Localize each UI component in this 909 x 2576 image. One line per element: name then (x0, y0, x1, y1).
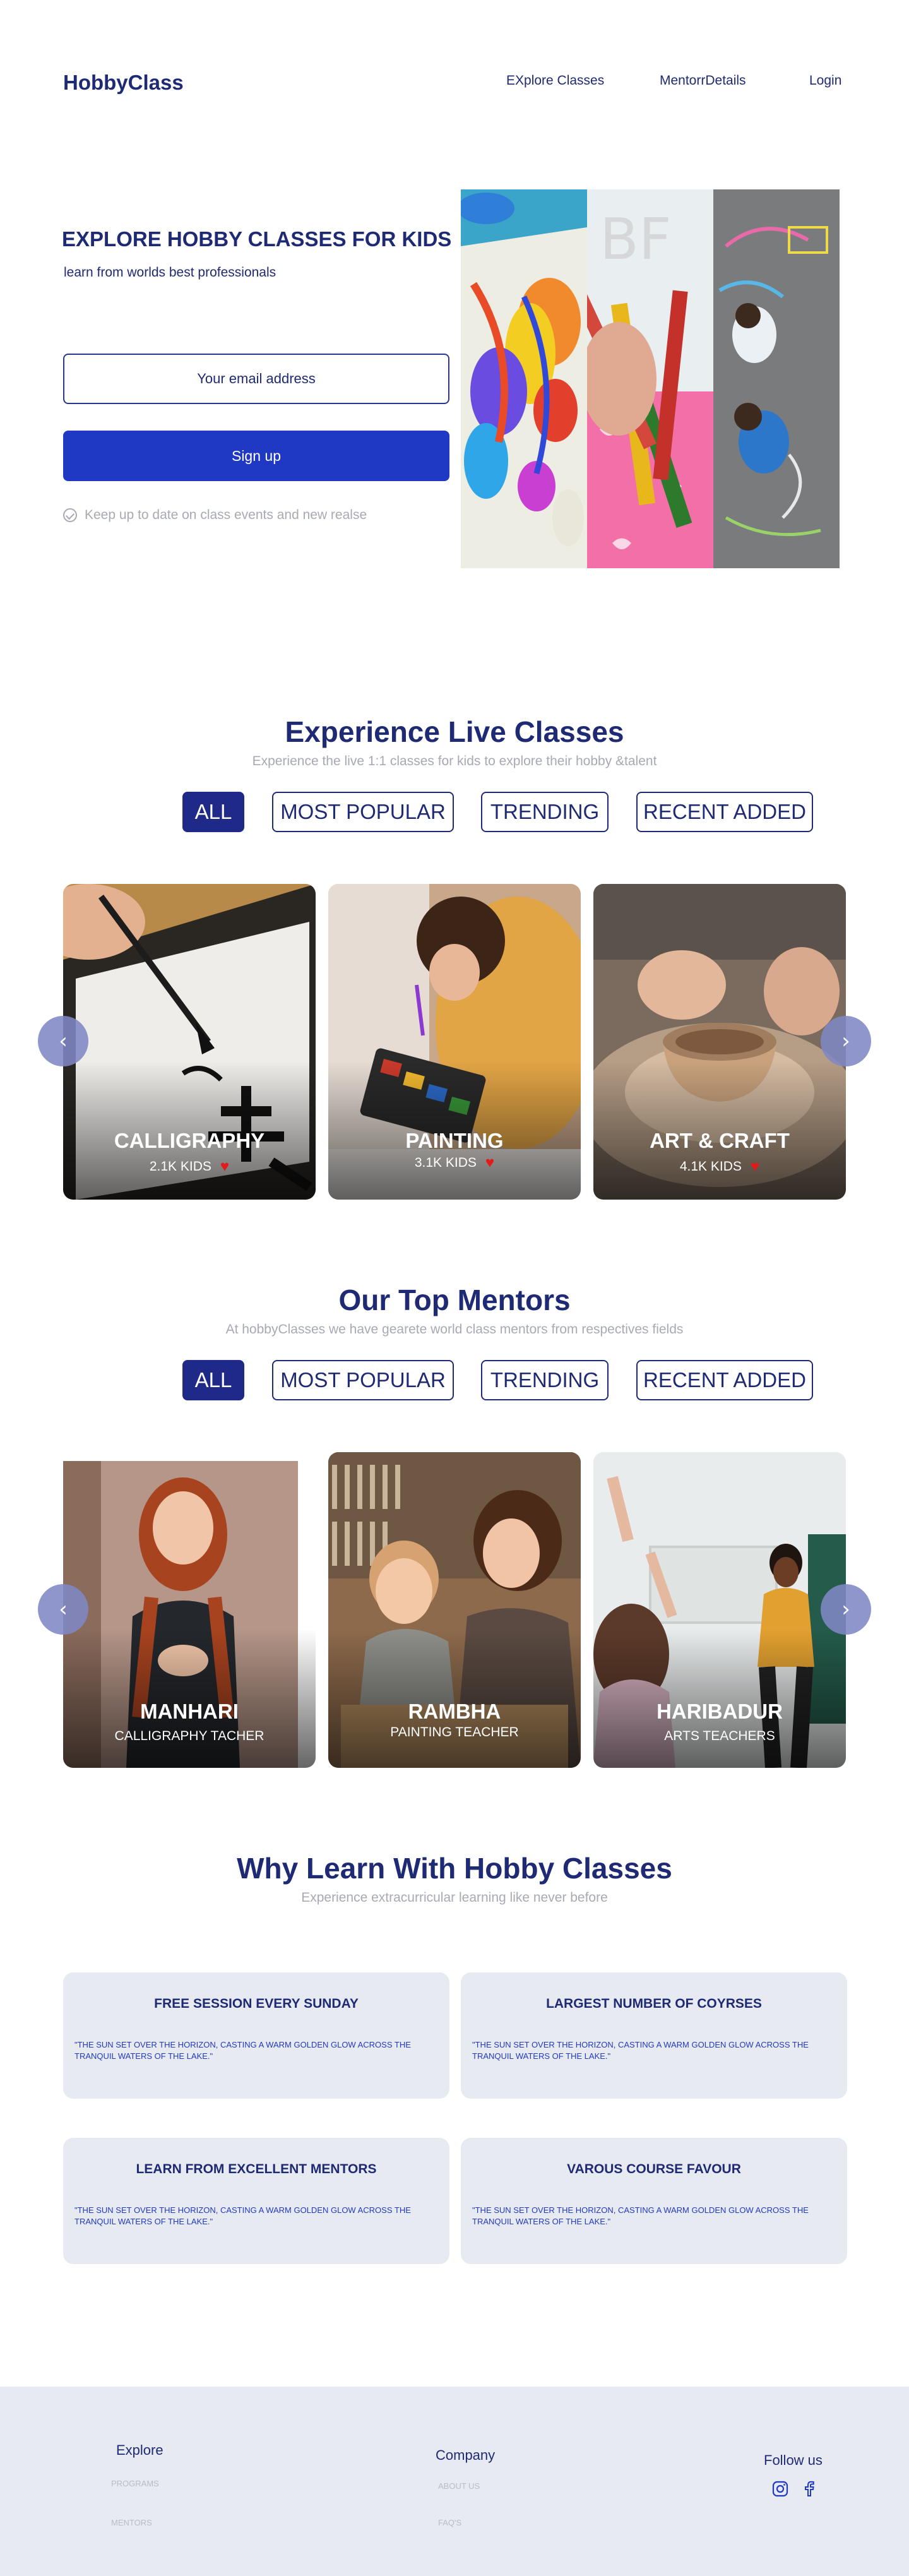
instagram-icon[interactable] (771, 2480, 789, 2498)
footer-company-heading: Company (436, 2447, 496, 2463)
footer-explore-heading: Explore (116, 2442, 163, 2458)
feature-title: FREE SESSION EVERY SUNDAY (154, 1996, 359, 2011)
classes-section-subtitle: Experience the live 1:1 classes for kids… (252, 754, 657, 768)
mentor-card-name: MANHARI (140, 1700, 239, 1723)
classes-section-title: Experience Live Classes (285, 715, 624, 748)
mentor-card-role: CALLIGRAPHY TACHER (114, 1729, 264, 1743)
footer-link-about-us[interactable]: ABOUT US (438, 2481, 480, 2491)
kids-count: 4.1K KIDS (679, 1159, 742, 1174)
feature-card: LEARN FROM EXCELLENT MENTORS "THE SUN SE… (63, 2138, 449, 2264)
kids-count: 2.1K KIDS (149, 1159, 211, 1174)
chevron-left-icon: ‹ (59, 1597, 68, 1622)
mentor-card-haribadur[interactable]: HARIBADUR ARTS TEACHERS (593, 1452, 846, 1768)
nav-explore-classes[interactable]: EXplore Classes (506, 73, 604, 88)
heart-icon[interactable]: ♥ (751, 1159, 759, 1174)
mentors-filter-trending[interactable]: TRENDING (481, 1360, 609, 1400)
class-card-kids: 4.1K KIDS ♥ (593, 1159, 846, 1174)
hero-title: EXPLORE HOBBY CLASSES FOR KIDS (62, 227, 452, 251)
feature-text: "THE SUN SET OVER THE HORIZON, CASTING A… (74, 2205, 411, 2226)
newsletter-note-text: Keep up to date on class events and new … (85, 508, 367, 522)
mentor-card-role: PAINTING TEACHER (390, 1725, 519, 1739)
why-section-subtitle: Experience extracurricular learning like… (301, 1890, 608, 1905)
classes-filter-most-popular[interactable]: MOST POPULAR (272, 792, 454, 832)
collage-chalk-tile (713, 189, 840, 568)
chevron-right-icon: › (841, 1029, 850, 1054)
mentors-filter-most-popular[interactable]: MOST POPULAR (272, 1360, 454, 1400)
mentors-filter-all[interactable]: ALL (182, 1360, 244, 1400)
chevron-right-icon: › (841, 1597, 850, 1622)
feature-text: "THE SUN SET OVER THE HORIZON, CASTING A… (74, 2040, 411, 2061)
footer: Explore PROGRAMS MENTORS Company ABOUT U… (0, 2387, 909, 2576)
class-card-art-craft[interactable]: ART & CRAFT 4.1K KIDS ♥ (593, 884, 846, 1200)
mentor-card-role: ARTS TEACHERS (664, 1729, 775, 1743)
mentor-card-name: RAMBHA (408, 1700, 501, 1723)
collage-paint-tile (461, 189, 587, 568)
mentor-card-name: HARIBADUR (656, 1700, 783, 1723)
class-card-painting[interactable]: PAINTING 3.1K KIDS ♥ (328, 884, 581, 1200)
nav-mentor-details[interactable]: MentorrDetails (660, 73, 746, 88)
class-card-kids: 3.1K KIDS ♥ (328, 1155, 581, 1171)
class-card-calligraphy[interactable]: CALLIGRAPHY 2.1K KIDS ♥ (63, 884, 316, 1200)
mentors-prev-button[interactable]: ‹ (38, 1584, 88, 1635)
svg-text:BF: BF (600, 206, 672, 273)
footer-follow-heading: Follow us (764, 2452, 823, 2468)
class-card-title: CALLIGRAPHY (114, 1129, 265, 1152)
feature-card: LARGEST NUMBER OF COYRSES "THE SUN SET O… (461, 1972, 847, 2099)
nav-login[interactable]: Login (809, 73, 841, 88)
check-circle-icon (63, 508, 77, 522)
feature-title: VAROUS COURSE FAVOUR (567, 2162, 741, 2176)
footer-link-mentors[interactable]: MENTORS (111, 2518, 152, 2527)
footer-link-faqs[interactable]: FAQ'S (438, 2518, 461, 2527)
mentors-section-subtitle: At hobbyClasses we have gearete world cl… (225, 1322, 684, 1337)
feature-title: LEARN FROM EXCELLENT MENTORS (136, 2162, 377, 2176)
feature-title: LARGEST NUMBER OF COYRSES (546, 1996, 762, 2011)
heart-icon[interactable]: ♥ (485, 1155, 494, 1171)
classes-filter-trending[interactable]: TRENDING (481, 792, 609, 832)
feature-card: FREE SESSION EVERY SUNDAY "THE SUN SET O… (63, 1972, 449, 2099)
class-card-title: ART & CRAFT (650, 1129, 790, 1152)
mentor-card-manhari[interactable]: MANHARI CALLIGRAPHY TACHER (63, 1452, 316, 1768)
signup-button[interactable]: Sign up (63, 431, 449, 481)
class-card-title: PAINTING (405, 1129, 504, 1152)
heart-icon[interactable]: ♥ (220, 1159, 229, 1174)
mentors-section-title: Our Top Mentors (338, 1284, 571, 1316)
email-input[interactable] (63, 354, 449, 404)
mentor-card-rambha[interactable]: RAMBHA PAINTING TEACHER (328, 1452, 581, 1768)
why-section-title: Why Learn With Hobby Classes (237, 1852, 672, 1885)
classes-filter-all[interactable]: ALL (182, 792, 244, 832)
feature-card: VAROUS COURSE FAVOUR "THE SUN SET OVER T… (461, 2138, 847, 2264)
kids-count: 3.1K KIDS (414, 1155, 477, 1170)
facebook-icon[interactable] (800, 2480, 818, 2498)
mentors-next-button[interactable]: › (821, 1584, 871, 1635)
classes-prev-button[interactable]: ‹ (38, 1016, 88, 1066)
class-card-kids: 2.1K KIDS ♥ (63, 1159, 316, 1174)
mentors-filter-recent-added[interactable]: RECENT ADDED (636, 1360, 813, 1400)
collage-crayons-tile: BF (587, 189, 713, 568)
classes-next-button[interactable]: › (821, 1016, 871, 1066)
hero-subtitle: learn from worlds best professionals (64, 265, 276, 280)
classes-filter-recent-added[interactable]: RECENT ADDED (636, 792, 813, 832)
feature-text: "THE SUN SET OVER THE HORIZON, CASTING A… (472, 2040, 809, 2061)
hero-collage-image: BF (461, 189, 840, 568)
footer-link-programs[interactable]: PROGRAMS (111, 2479, 159, 2488)
newsletter-note: Keep up to date on class events and new … (63, 508, 367, 523)
chevron-left-icon: ‹ (59, 1029, 68, 1054)
brand-logo[interactable]: HobbyClass (63, 71, 184, 95)
feature-text: "THE SUN SET OVER THE HORIZON, CASTING A… (472, 2205, 809, 2226)
